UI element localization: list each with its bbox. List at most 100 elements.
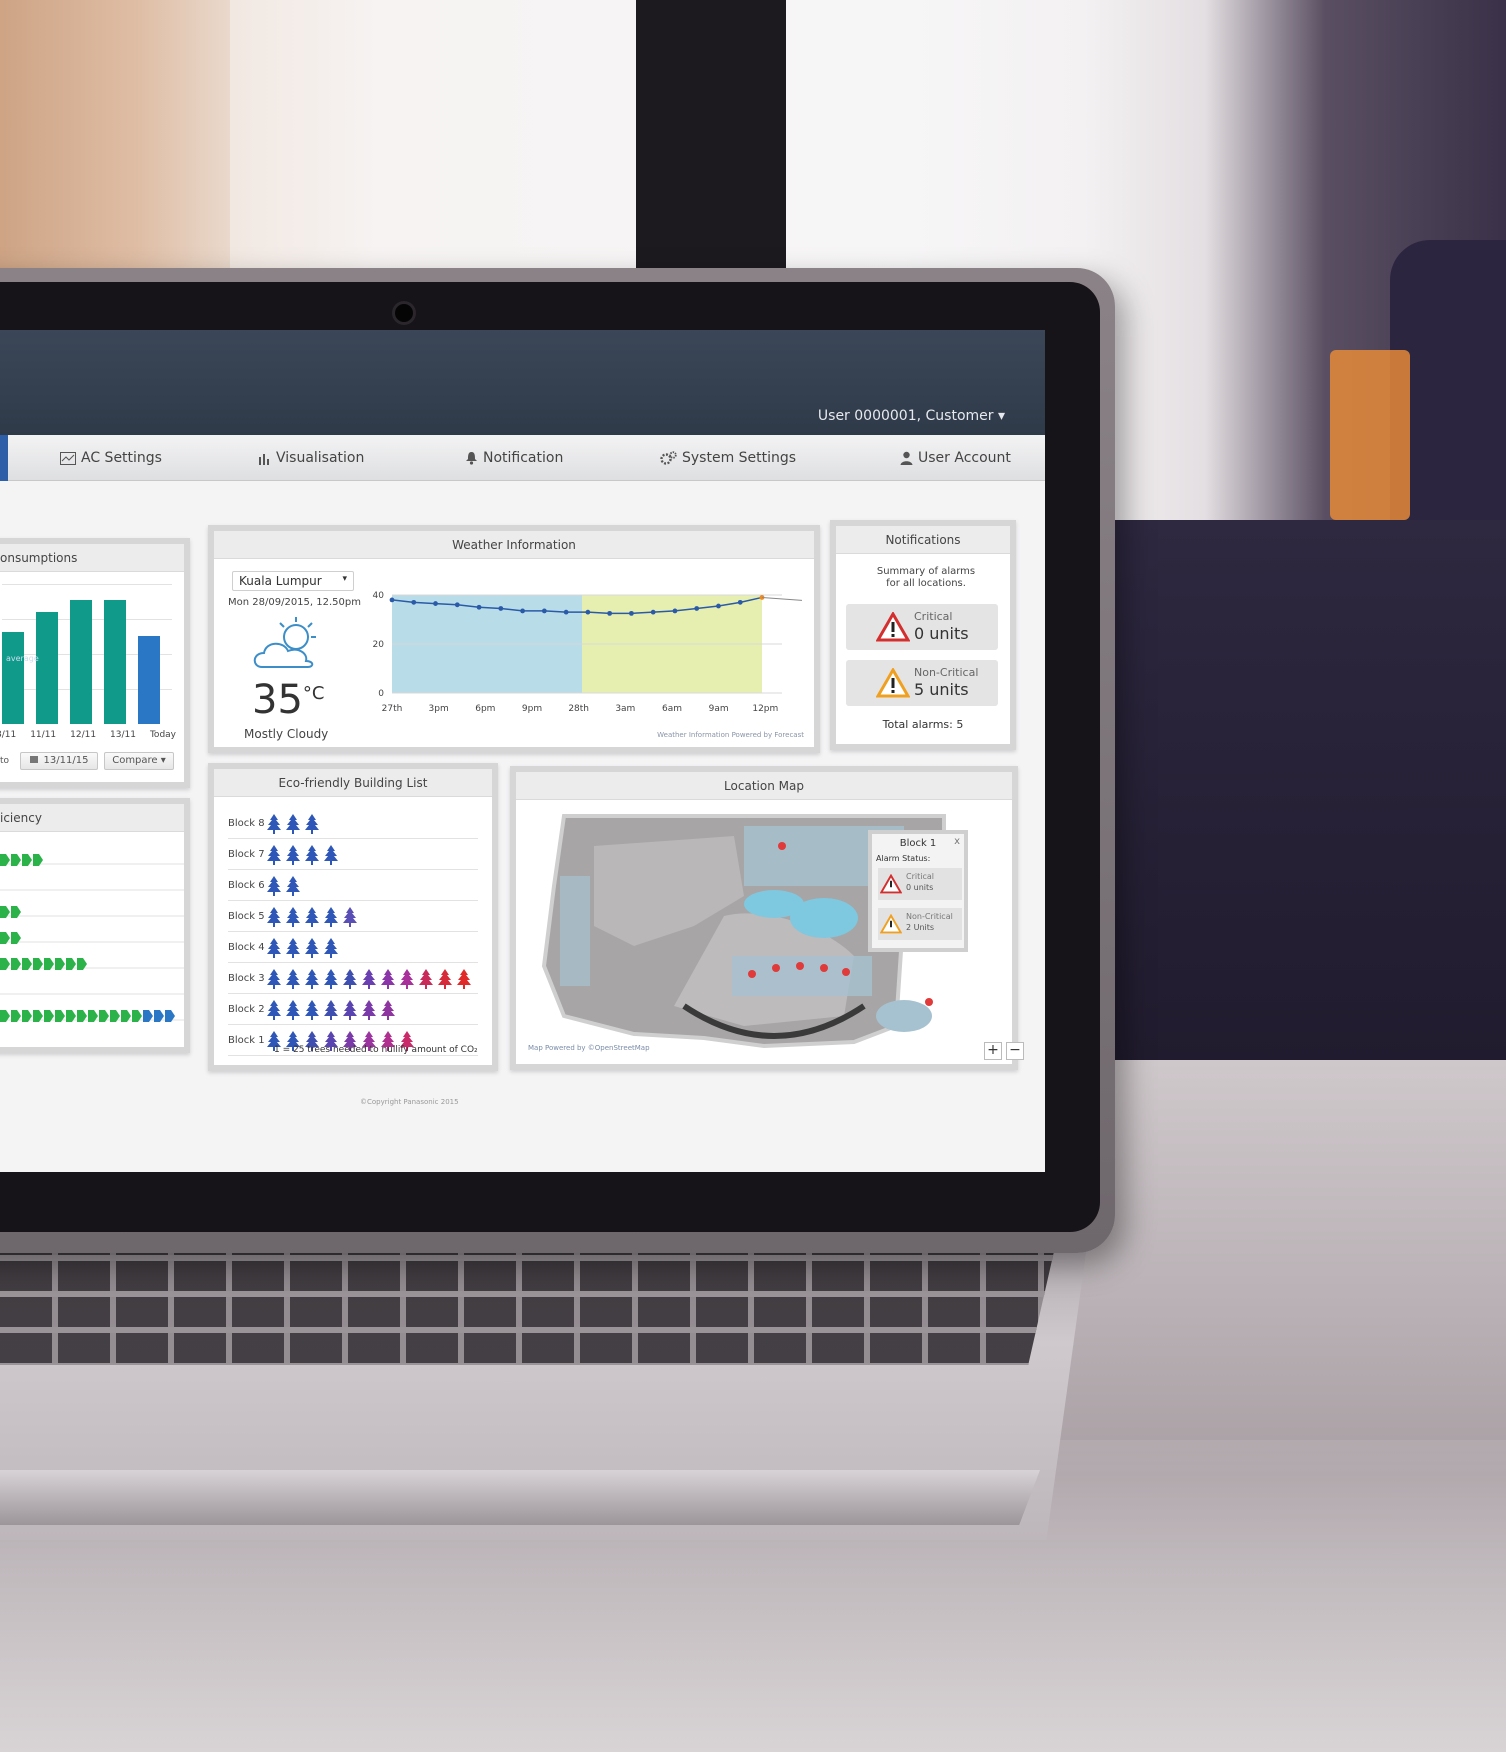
noncritical-value: 5 units — [914, 680, 969, 699]
efficiency-title: iciency — [0, 804, 184, 832]
tree-icon — [362, 968, 376, 989]
temperature-point — [585, 609, 591, 615]
copyright: ©Copyright Panasonic 2015 — [360, 1098, 459, 1106]
temperature-point — [563, 609, 569, 615]
building-label: Block 7 — [228, 849, 265, 860]
tree-icon — [286, 813, 300, 834]
consumption-bar[interactable] — [104, 600, 126, 724]
popup-critical-label: Critical — [906, 872, 934, 881]
date-picker-field[interactable]: 13/11/15 — [20, 752, 98, 770]
user-menu[interactable]: User 0000001, Customer ▾ — [818, 408, 1005, 424]
tree-icon — [305, 844, 319, 865]
temperature: 35°C — [252, 677, 324, 723]
forecast-line — [761, 596, 802, 601]
tree-icon — [419, 968, 433, 989]
date-picker-value: 13/11/15 — [43, 755, 89, 766]
close-icon[interactable]: x — [954, 836, 960, 847]
building-row[interactable]: Block 4 — [228, 933, 478, 963]
nav-visualisation[interactable]: Visualisation — [258, 450, 364, 466]
zoom-out-button[interactable]: − — [1006, 1042, 1024, 1060]
map-marker — [842, 968, 850, 976]
critical-alarm-box[interactable]: Critical 0 units — [846, 604, 998, 650]
city-dropdown[interactable]: Kuala Lumpur ▾ — [232, 571, 354, 591]
popup-noncritical-box: Non-Critical 2 Units — [878, 908, 962, 940]
building-label: Block 5 — [228, 911, 265, 922]
map-marker — [748, 970, 756, 978]
y-tick-label: 20 — [373, 640, 385, 650]
tree-icons — [266, 906, 358, 927]
consumption-bar[interactable] — [138, 636, 160, 724]
tree-icon — [305, 813, 319, 834]
nav-user-account[interactable]: User Account — [900, 450, 1011, 466]
background-post — [636, 0, 786, 270]
tree-icon — [267, 999, 281, 1020]
temperature-point — [541, 608, 547, 614]
x-tick-label: 8/11 — [0, 730, 17, 740]
weather-credit[interactable]: Weather Information Powered by Forecast — [657, 731, 804, 739]
consumption-bar[interactable] — [36, 612, 58, 724]
tree-icon — [286, 999, 300, 1020]
compare-button[interactable]: Compare ▾ — [104, 752, 174, 770]
tree-icon — [305, 999, 319, 1020]
building-label: Block 8 — [228, 818, 265, 829]
tree-icons — [266, 875, 301, 896]
tree-icons — [266, 844, 339, 865]
building-row[interactable]: Block 3 — [228, 964, 478, 994]
popup-noncritical-label: Non-Critical — [906, 912, 953, 921]
grid-line — [2, 584, 172, 585]
tree-icon — [438, 968, 452, 989]
building-label: Block 6 — [228, 880, 265, 891]
nav-visualisation-label: Visualisation — [276, 450, 365, 466]
nav-notification[interactable]: Notification — [465, 450, 563, 466]
temperature-point — [389, 597, 395, 603]
temperature-point — [433, 601, 438, 606]
temperature-point — [498, 606, 504, 611]
weather-chart: 4020027th3pm6pm9pm28th3am6am9am12pm3pm — [373, 591, 802, 714]
building-list-panel: Eco-friendly Building List Block 8 Block … — [208, 763, 498, 1071]
map-marker — [925, 998, 933, 1006]
nav-system-settings[interactable]: System Settings — [660, 450, 796, 466]
x-tick-label: 28th — [568, 704, 589, 714]
temperature-point — [476, 604, 482, 610]
popup-critical-value: 0 units — [906, 883, 934, 892]
top-header-bar: User 0000001, Customer ▾ — [0, 330, 1045, 435]
consumption-x-axis: 8/11 11/11 12/11 13/11 Today — [0, 730, 176, 740]
zoom-in-button[interactable]: + — [984, 1042, 1002, 1060]
map-marker — [796, 962, 804, 970]
background-wood — [0, 0, 230, 290]
consumption-chart: average — [2, 584, 172, 724]
tree-icon — [305, 937, 319, 958]
x-tick-label: 27th — [382, 704, 403, 714]
x-tick-label: 9pm — [522, 704, 542, 714]
building-row[interactable]: Block 8 — [228, 809, 478, 839]
location-map-panel: Location Map Block 1 x Alarm Status: Cri… — [510, 766, 1024, 1070]
consumption-bar[interactable] — [70, 600, 92, 724]
map-credit[interactable]: Map Powered by ©OpenStreetMap — [528, 1044, 650, 1052]
background-sofa — [1110, 520, 1506, 1110]
consumption-title: onsumptions — [0, 544, 184, 572]
building-row[interactable]: Block 5 — [228, 902, 478, 932]
building-row[interactable]: Block 2 — [228, 995, 478, 1025]
tree-icon — [286, 937, 300, 958]
noncritical-alarm-box[interactable]: Non-Critical 5 units — [846, 660, 998, 706]
tree-icon — [324, 937, 338, 958]
efficiency-panel: iciency — [0, 798, 190, 1053]
tree-icons — [266, 813, 320, 834]
y-tick-label: 40 — [373, 591, 385, 601]
tree-icon — [343, 906, 357, 927]
efficiency-chart — [0, 854, 184, 1022]
y-tick-label: 0 — [378, 689, 384, 699]
building-row[interactable]: Block 6 — [228, 871, 478, 901]
consumption-bar[interactable] — [2, 632, 24, 724]
building-row[interactable]: Block 7 — [228, 840, 478, 870]
nav-ac-settings[interactable]: AC Settings — [60, 450, 162, 466]
notifications-summary: Summary of alarms for all locations. — [876, 566, 976, 589]
tree-icon — [381, 968, 395, 989]
temperature-point — [737, 599, 743, 605]
temperature-point — [607, 610, 613, 616]
building-label: Block 1 — [228, 1035, 265, 1046]
tree-icon — [457, 968, 471, 989]
tree-icon — [381, 999, 395, 1020]
tree-icons — [266, 937, 339, 958]
x-tick-label: 11/11 — [30, 730, 57, 740]
